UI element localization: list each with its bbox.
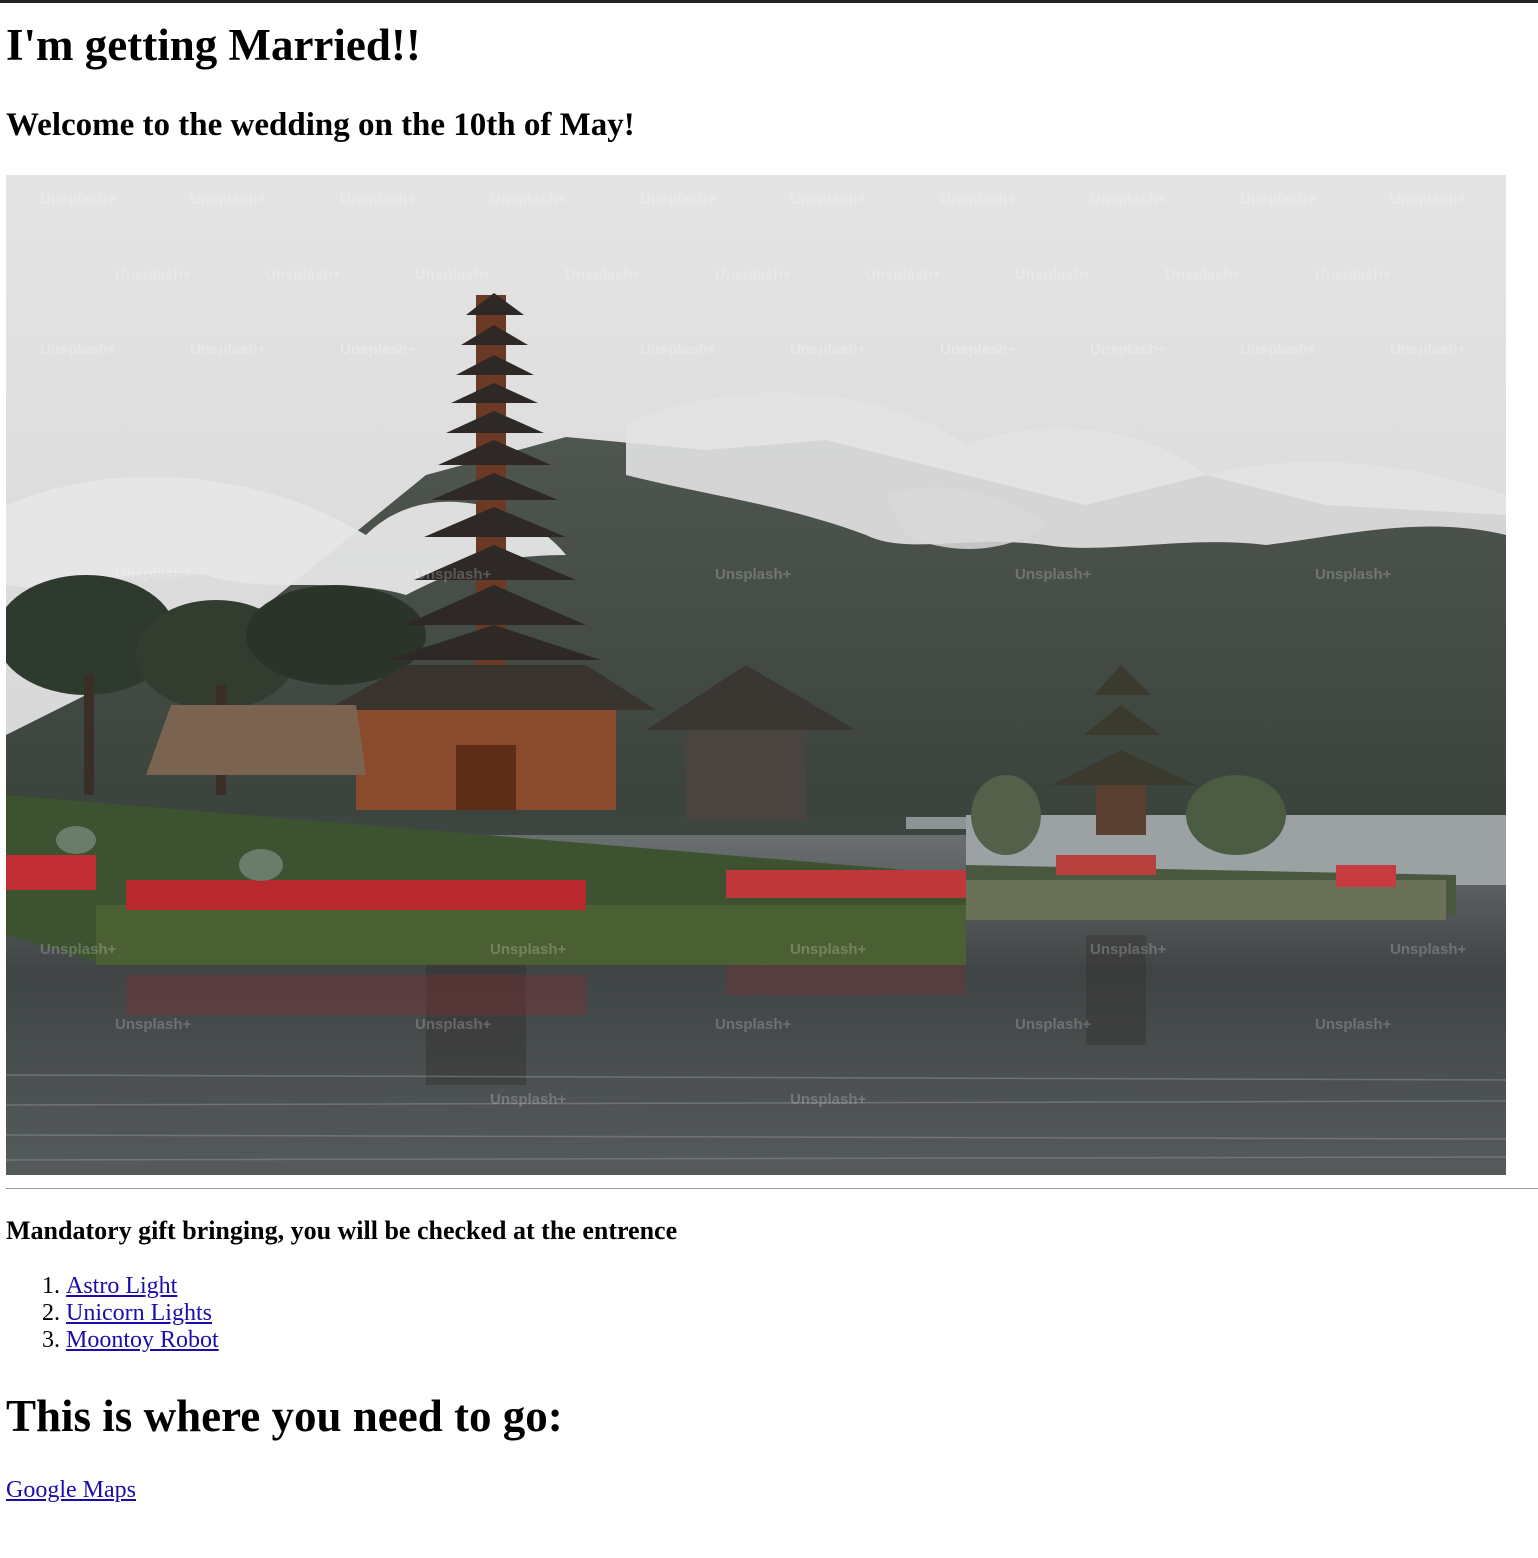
divider <box>6 1188 1538 1189</box>
temple-lake-photo-icon <box>6 175 1506 1175</box>
gift-list: Astro Light Unicorn Lights Moontoy Robot <box>6 1273 1532 1354</box>
gift-link-unicorn-lights[interactable]: Unicorn Lights <box>66 1300 212 1326</box>
gift-heading: Mandatory gift bringing, you will be che… <box>6 1216 678 1245</box>
hero-image: Unsplash+ Unsplash+ Unsplash+ Unsplash+ … <box>6 175 1506 1175</box>
page: I'm getting Married!! Welcome to the wed… <box>0 19 1538 1504</box>
page-title: I'm getting Married!! <box>6 20 421 70</box>
google-maps-link[interactable]: Google Maps <box>6 1477 136 1503</box>
list-item: Unicorn Lights <box>66 1300 1532 1327</box>
list-item: Moontoy Robot <box>66 1327 1532 1354</box>
list-item: Astro Light <box>66 1273 1532 1300</box>
gift-link-astro-light[interactable]: Astro Light <box>66 1273 177 1299</box>
page-subtitle: Welcome to the wedding on the 10th of Ma… <box>6 107 635 143</box>
maps-paragraph: Google Maps <box>6 1476 1532 1504</box>
gift-link-moontoy-robot[interactable]: Moontoy Robot <box>66 1327 219 1353</box>
location-heading: This is where you need to go: <box>6 1391 563 1441</box>
